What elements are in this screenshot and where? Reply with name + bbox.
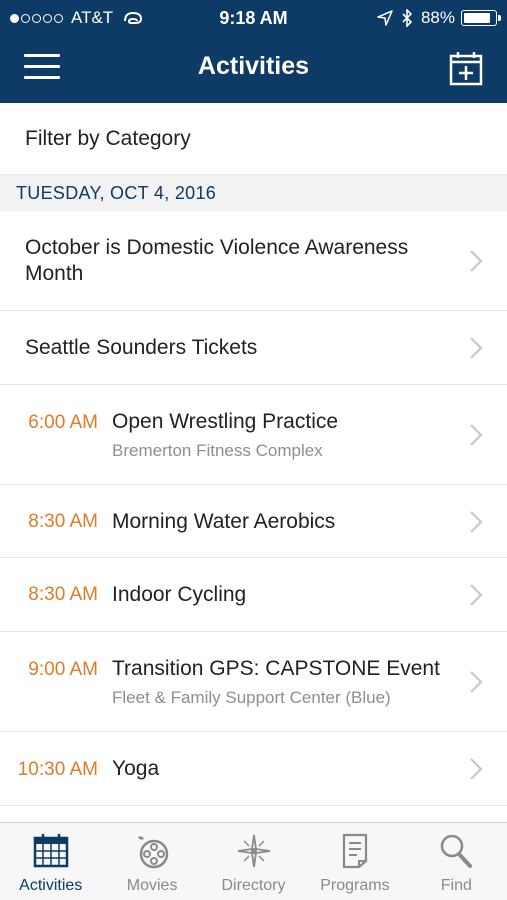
page-title: Activities xyxy=(197,52,310,80)
tab-label: Programs xyxy=(320,877,390,894)
activity-time: 8:30 AM xyxy=(28,584,98,605)
nav-bar: Activities xyxy=(0,36,507,103)
activity-title: Indoor Cycling xyxy=(112,583,247,606)
date-section-header: TUESDAY, OCT 4, 2016 xyxy=(0,175,507,211)
activity-row[interactable]: 6:00 AM Open Wrestling Practice Bremerto… xyxy=(0,385,507,485)
calendar-icon xyxy=(33,834,68,868)
battery-icon xyxy=(461,10,501,26)
location-arrow-icon xyxy=(377,10,393,26)
status-bar: AT&T 9:18 AM 88% xyxy=(0,0,507,36)
chevron-right-icon xyxy=(470,511,483,533)
compass-icon xyxy=(237,834,270,868)
tab-label: Find xyxy=(440,877,472,894)
chevron-right-icon xyxy=(470,758,483,780)
activity-title: Seattle Sounders Tickets xyxy=(25,336,258,359)
tab-label: Movies xyxy=(126,877,178,894)
activity-time: 10:30 AM xyxy=(17,759,98,780)
filter-by-category-button[interactable]: Filter by Category xyxy=(0,103,507,175)
activity-title: Morning Water Aerobics xyxy=(112,510,336,533)
magnifier-icon xyxy=(441,834,473,868)
activity-title: October is Domestic Violence Awareness M… xyxy=(25,236,409,285)
activity-title: Yoga xyxy=(112,757,160,780)
tab-directory[interactable]: Directory xyxy=(203,823,304,900)
film-reel-icon xyxy=(138,836,169,869)
status-right: 88% xyxy=(377,8,501,28)
tab-label: Activities xyxy=(19,877,83,894)
tab-movies[interactable]: Movies xyxy=(101,823,202,900)
battery-percent: 88% xyxy=(420,8,455,27)
activity-time: 8:30 AM xyxy=(28,511,98,532)
app-header: AT&T 9:18 AM 88% Activities xyxy=(0,0,507,103)
chevron-right-icon xyxy=(470,584,483,606)
activity-row[interactable]: 10:30 AM Yoga xyxy=(0,732,507,806)
tab-activities[interactable]: Activities xyxy=(0,823,101,900)
activity-list: October is Domestic Violence Awareness M… xyxy=(0,211,507,806)
activity-time: 9:00 AM xyxy=(28,659,98,680)
add-calendar-icon[interactable] xyxy=(449,50,483,86)
activity-row[interactable]: 9:00 AM Transition GPS: CAPSTONE Event F… xyxy=(0,632,507,732)
tab-label: Directory xyxy=(221,877,286,894)
tab-find[interactable]: Find xyxy=(406,823,507,900)
chevron-right-icon xyxy=(470,337,483,359)
chevron-right-icon xyxy=(470,250,483,272)
document-icon xyxy=(342,833,368,869)
activity-row[interactable]: Seattle Sounders Tickets xyxy=(0,311,507,385)
activity-title: Open Wrestling Practice xyxy=(112,410,339,433)
activity-location: Fleet & Family Support Center (Blue) xyxy=(112,688,391,707)
tab-bar: Activities Movies Directory Programs Fin… xyxy=(0,822,507,900)
activity-row[interactable]: 8:30 AM Morning Water Aerobics xyxy=(0,485,507,558)
activity-location: Bremerton Fitness Complex xyxy=(112,441,323,460)
filter-label: Filter by Category xyxy=(25,126,191,150)
bluetooth-icon xyxy=(402,9,413,27)
activity-title: Transition GPS: CAPSTONE Event xyxy=(112,657,440,680)
chevron-right-icon xyxy=(470,671,483,693)
tab-programs[interactable]: Programs xyxy=(304,823,405,900)
activity-time: 6:00 AM xyxy=(28,412,98,433)
activity-row[interactable]: October is Domestic Violence Awareness M… xyxy=(0,211,507,311)
chevron-right-icon xyxy=(470,424,483,446)
activity-row[interactable]: 8:30 AM Indoor Cycling xyxy=(0,558,507,632)
